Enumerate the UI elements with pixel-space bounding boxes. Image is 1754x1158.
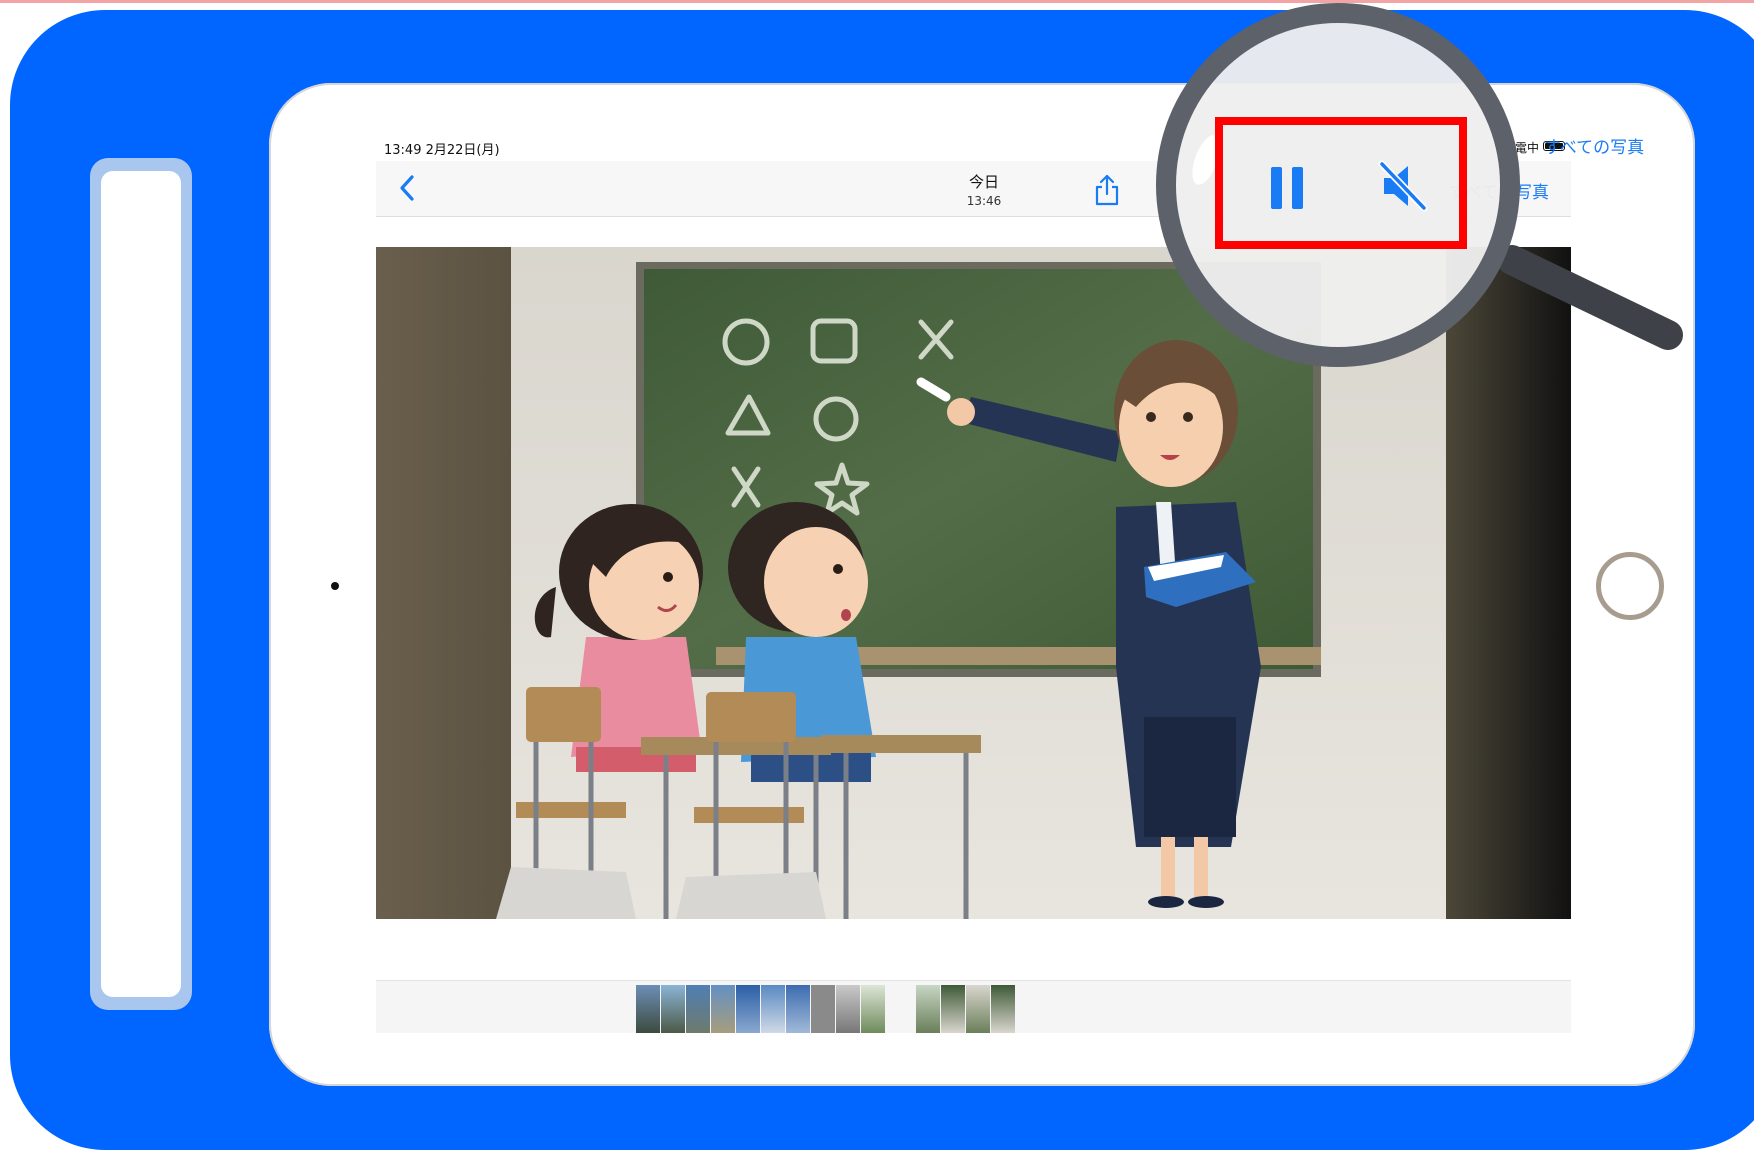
thumbnail[interactable]	[991, 985, 1015, 1033]
page-title: 今日 13:46	[929, 171, 1039, 208]
thumbnail[interactable]	[636, 985, 660, 1033]
speaker-muted-icon[interactable]	[1378, 158, 1428, 218]
front-camera	[331, 582, 339, 590]
thumbnail[interactable]	[736, 985, 760, 1033]
thumbnail-strip[interactable]	[376, 980, 1571, 1033]
thumbnail[interactable]	[811, 985, 835, 1033]
thumbnail[interactable]	[916, 985, 940, 1033]
side-pocket	[90, 158, 192, 1010]
pause-icon[interactable]	[1271, 167, 1305, 213]
thumbnail[interactable]	[786, 985, 810, 1033]
thumbnail[interactable]	[661, 985, 685, 1033]
thumbnail[interactable]	[761, 985, 785, 1033]
chevron-left-icon[interactable]	[398, 173, 416, 207]
svg-text:すべての写真: すべての写真	[1544, 138, 1644, 158]
thumbnail[interactable]	[861, 985, 885, 1033]
title-day: 今日	[968, 173, 999, 191]
thumbnail[interactable]	[711, 985, 735, 1033]
thumbnail[interactable]	[941, 985, 965, 1033]
thumbnail[interactable]	[686, 985, 710, 1033]
title-time: 13:46	[966, 194, 1002, 208]
status-time: 13:49 2月22日(月)	[384, 143, 500, 158]
side-pocket-inner	[101, 171, 181, 997]
home-button[interactable]	[1596, 552, 1664, 620]
thumbnail[interactable]	[836, 985, 860, 1033]
share-icon[interactable]	[1094, 173, 1120, 211]
thumbnail[interactable]	[966, 985, 990, 1033]
highlight-box	[1215, 117, 1467, 249]
